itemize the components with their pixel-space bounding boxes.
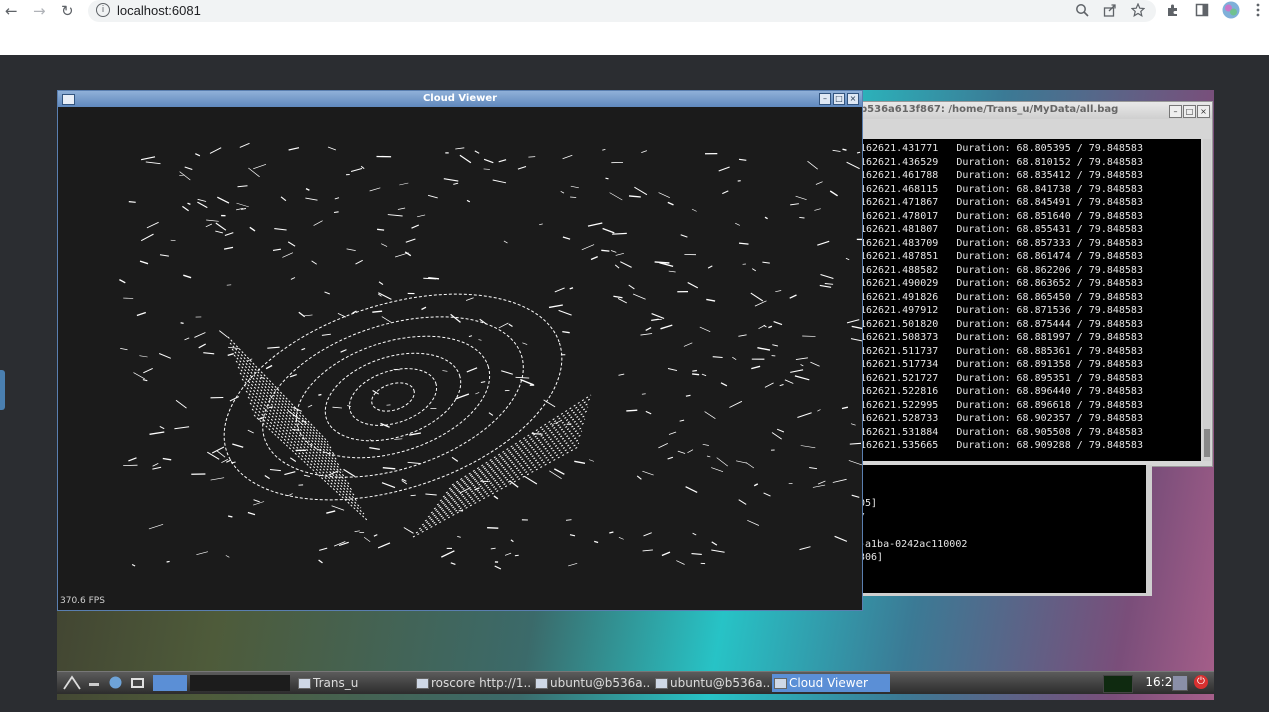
- share-icon[interactable]: [1103, 3, 1117, 21]
- extensions-icon[interactable]: [1166, 3, 1180, 21]
- url-text[interactable]: localhost:6081: [117, 3, 201, 18]
- vnc-sidebar-handle[interactable]: [0, 370, 5, 410]
- sidebar-icon[interactable]: [1195, 3, 1209, 21]
- taskbar-task-label: ubuntu@b536a...: [670, 676, 769, 690]
- close-button[interactable]: ×: [1197, 105, 1210, 118]
- forward-button[interactable]: →: [33, 2, 46, 20]
- file-manager-icon[interactable]: [108, 675, 123, 690]
- browser-toolbar: ← → ↻ i localhost:6081: [0, 0, 1269, 24]
- viewer-minimize-button[interactable]: –: [819, 93, 831, 105]
- terminal-window[interactable]: b536a613f867: /home/Trans_u/MyData/all.b…: [853, 101, 1213, 467]
- start-menu-icon[interactable]: [63, 675, 81, 690]
- window-icon: [535, 678, 548, 689]
- cpu-monitor: [1103, 675, 1133, 693]
- window-icon: [655, 678, 668, 689]
- taskbar-task[interactable]: Trans_u: [296, 674, 408, 692]
- window-icon: [298, 678, 311, 689]
- window-icon: [416, 678, 429, 689]
- cloud-viewer-window[interactable]: Cloud Viewer – □ × 370.6 FPS: [57, 90, 863, 611]
- info-icon[interactable]: i: [96, 3, 110, 17]
- second-terminal-window[interactable]: 05] / -a1ba-0242ac110002 306]: [853, 465, 1152, 596]
- reload-button[interactable]: ↻: [61, 2, 74, 20]
- back-button[interactable]: ←: [5, 2, 18, 20]
- taskbar-task[interactable]: roscore http://1...: [414, 674, 530, 692]
- viewer-maximize-button[interactable]: □: [833, 93, 845, 105]
- terminal-output[interactable]: 162621.431771 Duration: 68.805395 / 79.8…: [860, 139, 1201, 461]
- point-cloud-canvas[interactable]: [58, 107, 862, 610]
- taskbar: Trans_u roscore http://1... ubuntu@b536a..…: [57, 671, 1214, 694]
- maximize-button[interactable]: □: [1183, 105, 1196, 118]
- taskbar-task[interactable]: ubuntu@b536a...: [653, 674, 769, 692]
- taskbar-task[interactable]: ubuntu@b536a...: [533, 674, 649, 692]
- terminal-scrollbar[interactable]: [1203, 139, 1211, 461]
- power-icon[interactable]: ⏻: [1194, 675, 1208, 689]
- workspace-pager[interactable]: [190, 675, 290, 691]
- minimize-button[interactable]: –: [1169, 105, 1182, 118]
- menu-icon[interactable]: [1255, 3, 1261, 21]
- cloud-viewer-titlebar[interactable]: Cloud Viewer – □ ×: [58, 91, 862, 107]
- scrollbar-thumb[interactable]: [1204, 429, 1210, 457]
- minimize-all-icon[interactable]: [87, 675, 102, 690]
- terminal-title: b536a613f867: /home/Trans_u/MyData/all.b…: [860, 104, 1119, 115]
- zoom-icon[interactable]: [1075, 3, 1089, 21]
- star-icon[interactable]: [1130, 2, 1146, 21]
- taskbar-task[interactable]: Cloud Viewer: [772, 674, 890, 692]
- terminal-titlebar[interactable]: b536a613f867: /home/Trans_u/MyData/all.b…: [854, 102, 1212, 119]
- workspace-switcher[interactable]: [153, 675, 187, 691]
- viewer-close-button[interactable]: ×: [847, 93, 859, 105]
- fps-counter: 370.6 FPS: [60, 596, 105, 606]
- network-icon[interactable]: [1172, 675, 1188, 691]
- profile-icon[interactable]: [1222, 1, 1240, 23]
- taskbar-task-label: ubuntu@b536a...: [550, 676, 649, 690]
- taskbar-task-label: roscore http://1...: [431, 676, 530, 690]
- terminal-text: 162621.431771 Duration: 68.805395 / 79.8…: [860, 143, 1143, 451]
- window-icon: [774, 678, 787, 689]
- taskbar-task-label: Trans_u: [313, 676, 359, 690]
- address-bar[interactable]: [88, 0, 1156, 22]
- cloud-viewer-title: Cloud Viewer: [422, 93, 498, 104]
- page-margin: [0, 24, 1269, 55]
- terminal-launcher-icon[interactable]: [130, 675, 145, 690]
- taskbar-task-label: Cloud Viewer: [789, 676, 868, 690]
- second-terminal-text: 05] / -a1ba-0242ac110002 306]: [859, 498, 968, 563]
